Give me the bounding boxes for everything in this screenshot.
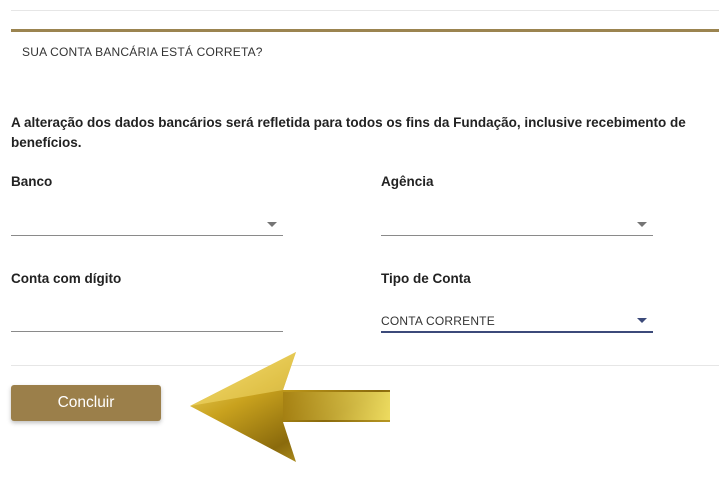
agencia-select[interactable] [381, 213, 653, 236]
conta-input[interactable] [11, 309, 283, 332]
tipo-conta-select[interactable]: CONTA CORRENTE [381, 309, 653, 333]
agencia-label: Agência [381, 174, 434, 189]
chevron-down-icon [637, 318, 647, 323]
section-accent-bar [11, 29, 719, 32]
bank-change-notice: A alteração dos dados bancários será ref… [11, 115, 686, 150]
banco-select[interactable] [11, 213, 283, 236]
banco-label: Banco [11, 174, 53, 189]
tipo-conta-value: CONTA CORRENTE [381, 314, 495, 328]
section-title: SUA CONTA BANCÁRIA ESTÁ CORRETA? [22, 45, 263, 59]
chevron-down-icon [637, 222, 647, 227]
concluir-button[interactable]: Concluir [11, 385, 161, 421]
chevron-down-icon [267, 222, 277, 227]
conta-label: Conta com dígito [11, 271, 122, 286]
arrow-left-icon [190, 352, 390, 462]
top-divider [11, 10, 719, 11]
tipo-conta-label: Tipo de Conta [381, 271, 471, 286]
